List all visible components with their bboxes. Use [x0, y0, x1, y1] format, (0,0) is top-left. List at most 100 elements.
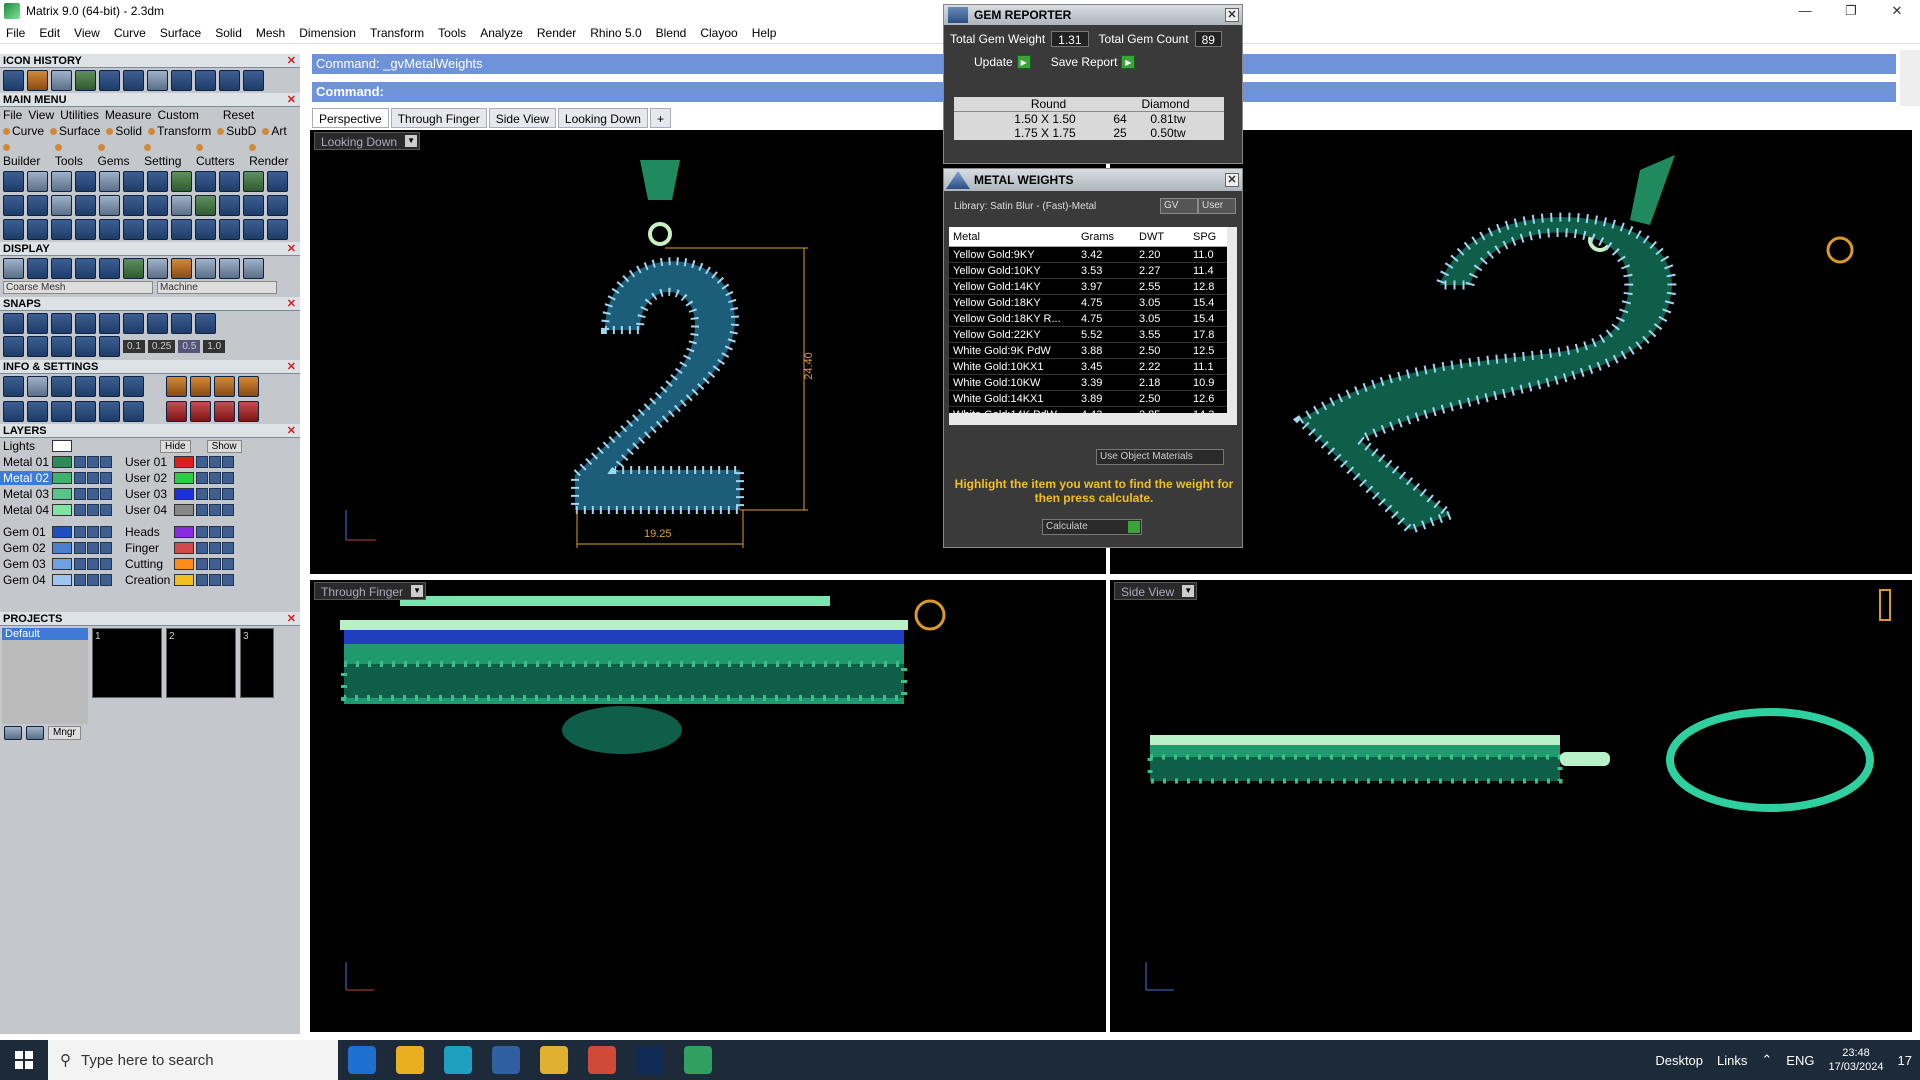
col-grams[interactable]: Grams [1077, 227, 1135, 246]
taskbar-search[interactable]: ⚲ Type here to search [48, 1040, 338, 1080]
user-toggle[interactable]: User [1198, 198, 1236, 214]
history-tool-icon[interactable] [51, 70, 72, 91]
display-icon[interactable] [27, 258, 48, 279]
tool-icon[interactable] [51, 171, 72, 192]
layer-select-icon[interactable] [222, 472, 234, 484]
info-icon[interactable] [75, 401, 96, 422]
network-icon[interactable]: ⌃ [1761, 1052, 1772, 1068]
history-tool-icon[interactable] [27, 70, 48, 91]
menu-file[interactable]: File [6, 26, 25, 40]
close-icon[interactable]: ✕ [287, 612, 296, 626]
tool-icon[interactable] [123, 171, 144, 192]
matrix-icon[interactable] [684, 1046, 712, 1074]
save-icon[interactable] [3, 70, 24, 91]
project-default[interactable]: Default [2, 628, 88, 640]
close-icon[interactable]: ✕ [287, 93, 296, 107]
project-thumb[interactable]: 2 [166, 628, 236, 698]
display-icon[interactable] [75, 258, 96, 279]
layer-color-swatch[interactable] [174, 574, 194, 586]
layer-color-swatch[interactable] [52, 472, 72, 484]
snap-value[interactable]: 0.5 [178, 340, 201, 353]
metal-row[interactable]: White Gold:9K PdW 3.88 2.50 12.5 [949, 343, 1237, 359]
layer-color-swatch[interactable] [52, 488, 72, 500]
display-icon[interactable] [147, 258, 168, 279]
layer-visible-icon[interactable] [87, 472, 99, 484]
layer-color-swatch[interactable] [174, 488, 194, 500]
project-thumb[interactable]: 3 [240, 628, 274, 698]
layer-visible-icon[interactable] [87, 488, 99, 500]
hide-toggle[interactable]: Hide [160, 439, 191, 453]
viewport-view-select[interactable]: Looking Down ▼ [314, 132, 421, 150]
layer-select-icon[interactable] [100, 542, 112, 554]
show-toggle[interactable]: Show [206, 439, 242, 453]
tool-icon[interactable] [99, 171, 120, 192]
layer-color-swatch[interactable] [174, 504, 194, 516]
menu-view[interactable]: View [74, 26, 100, 40]
main-menu-measure[interactable]: Measure [105, 108, 152, 122]
tool-icon[interactable] [147, 195, 168, 216]
tool-icon[interactable] [147, 219, 168, 240]
command-scrollbar[interactable] [1900, 50, 1920, 106]
tool-icon[interactable] [51, 195, 72, 216]
snap-icon[interactable] [123, 313, 144, 334]
layer-color-swatch[interactable] [52, 542, 72, 554]
display-icon[interactable] [171, 258, 192, 279]
history-tool-icon[interactable] [123, 70, 144, 91]
close-button[interactable]: ✕ [1874, 0, 1920, 22]
layer-color-swatch[interactable] [174, 542, 194, 554]
snap-value[interactable]: 1.0 [203, 340, 226, 353]
tool-icon[interactable] [3, 195, 24, 216]
info-icon[interactable] [99, 376, 120, 397]
close-icon[interactable]: ✕ [287, 424, 296, 438]
tool-icon[interactable] [51, 219, 72, 240]
layer-name[interactable]: Metal 01 [0, 455, 52, 469]
menu-builder-item[interactable]: Builder [3, 140, 49, 168]
snap-icon[interactable] [99, 336, 120, 357]
manager-button[interactable]: Mngr [48, 726, 81, 740]
tab-perspective[interactable]: Perspective [312, 108, 389, 128]
layer-color-swatch[interactable] [52, 558, 72, 570]
snap-icon[interactable] [75, 336, 96, 357]
menu-gems-item[interactable]: Gems [97, 140, 139, 168]
tool-icon[interactable] [75, 219, 96, 240]
layer-lock-icon[interactable] [74, 542, 86, 554]
layer-name[interactable]: Metal 03 [0, 487, 52, 501]
metal-row[interactable]: White Gold:10KW 3.39 2.18 10.9 [949, 375, 1237, 391]
close-icon[interactable]: ✕ [1225, 173, 1239, 187]
use-object-materials-select[interactable]: Use Object Materials [1096, 449, 1224, 465]
info-icon[interactable] [75, 376, 96, 397]
layer-visible-icon[interactable] [87, 526, 99, 538]
history-tool-icon[interactable] [75, 70, 96, 91]
tool-icon[interactable] [75, 195, 96, 216]
layer-name[interactable]: User 01 [122, 455, 174, 469]
layer-name[interactable]: Heads [122, 525, 174, 539]
close-icon[interactable]: ✕ [1225, 8, 1239, 22]
tool-icon[interactable] [123, 195, 144, 216]
chrome-icon[interactable] [588, 1046, 616, 1074]
layer-name[interactable]: User 03 [122, 487, 174, 501]
tool-icon[interactable] [27, 195, 48, 216]
snap-icon[interactable] [51, 336, 72, 357]
metal-row[interactable]: Yellow Gold:9KY 3.42 2.20 11.0 [949, 247, 1237, 263]
layer-name[interactable]: Gem 03 [0, 557, 52, 571]
clock[interactable]: 23:48 17/03/2024 [1828, 1046, 1883, 1074]
info-icon[interactable] [190, 401, 211, 422]
layer-select-icon[interactable] [222, 526, 234, 538]
snap-icon[interactable] [3, 313, 24, 334]
tool-icon[interactable] [27, 219, 48, 240]
tool-icon[interactable] [99, 195, 120, 216]
history-tool-icon[interactable] [99, 70, 120, 91]
snap-icon[interactable] [27, 336, 48, 357]
layer-select-icon[interactable] [222, 558, 234, 570]
col-metal[interactable]: Metal [949, 227, 1077, 246]
tab-side-view[interactable]: Side View [488, 108, 556, 128]
layer-visible-icon[interactable] [87, 456, 99, 468]
tool-icon[interactable] [243, 171, 264, 192]
menu-transform-item[interactable]: Transform [148, 124, 211, 138]
minimize-button[interactable]: — [1782, 0, 1828, 22]
menu-setting-item[interactable]: Setting [144, 140, 190, 168]
metal-row[interactable]: White Gold:10KX1 3.45 2.22 11.1 [949, 359, 1237, 375]
menu-blend[interactable]: Blend [656, 26, 687, 40]
main-menu-view[interactable]: View [28, 108, 54, 122]
tool-icon[interactable] [243, 195, 264, 216]
